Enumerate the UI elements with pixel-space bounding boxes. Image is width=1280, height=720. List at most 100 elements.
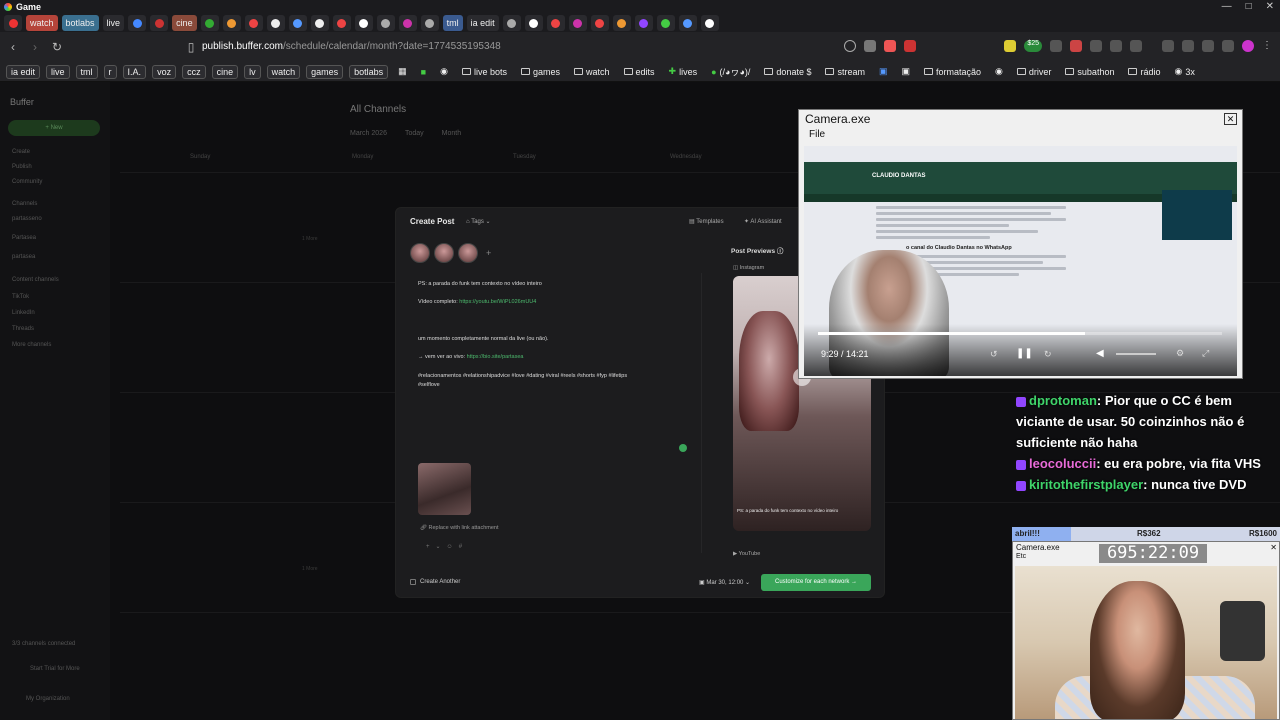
sidebar-icon[interactable] — [1162, 40, 1174, 52]
sidebar-item[interactable]: LinkedIn — [12, 310, 35, 316]
sidebar-item[interactable]: Start Trial for More — [30, 666, 80, 672]
ext-icon-2[interactable] — [1070, 40, 1082, 52]
ext-icon-8[interactable] — [1222, 40, 1234, 52]
zoom-icon[interactable] — [844, 40, 857, 52]
ext-icon-4[interactable] — [1110, 40, 1122, 52]
tab-icon-k[interactable] — [354, 15, 373, 31]
video-progress[interactable] — [818, 332, 1222, 335]
tab-icon-p[interactable] — [524, 15, 543, 31]
bookmark-chip[interactable]: ia edit — [6, 64, 41, 79]
bookmark-folder[interactable]: donate $ — [760, 66, 815, 78]
tab-watch[interactable]: watch — [26, 15, 58, 31]
today-button[interactable]: Today — [405, 130, 424, 137]
reload-icon[interactable]: ↻ — [48, 38, 66, 56]
tab-icon-r[interactable] — [568, 15, 587, 31]
post-editor[interactable]: PS: a parada do funk tem contexto no víd… — [410, 273, 702, 553]
view-select[interactable]: Month — [442, 130, 461, 137]
sidebar-item[interactable]: Threads — [12, 326, 34, 332]
bookmark-icon[interactable]: ▯ — [182, 38, 200, 56]
ext-icon-3[interactable] — [1090, 40, 1102, 52]
schedule-date-picker[interactable]: ▣ Mar 30, 12:00 ⌄ — [699, 579, 750, 586]
bookmark-icon-gray[interactable]: ▣ — [898, 65, 915, 78]
sidebar-item[interactable]: partasea — [12, 254, 35, 260]
sidebar-item[interactable]: Create — [12, 149, 30, 155]
bookmark-chip[interactable]: cine — [211, 64, 239, 79]
tab-icon-b[interactable] — [128, 15, 147, 31]
bookmark-folder[interactable]: live bots — [458, 66, 511, 78]
tab-botlabs[interactable]: botlabs — [61, 15, 99, 31]
sidebar-item[interactable]: Partasea — [12, 235, 36, 241]
forward-icon[interactable]: › — [26, 38, 44, 56]
calendar-month[interactable]: March 2026 — [350, 130, 387, 137]
tab-icon-o[interactable] — [502, 15, 521, 31]
chevron-down-icon[interactable]: ⌄ — [436, 544, 447, 550]
tab-icon-j[interactable] — [332, 15, 351, 31]
profile-icon[interactable] — [1242, 40, 1254, 52]
rewind-icon[interactable]: ↺ — [990, 349, 998, 360]
replace-with-link-button[interactable]: 🔗︎ Replace with link attachment — [420, 525, 499, 531]
url-field[interactable]: publish.buffer.com/schedule/calendar/mon… — [202, 41, 501, 52]
bookmark-folder[interactable]: ✚ lives — [665, 65, 702, 78]
channel-avatar-instagram[interactable] — [410, 243, 430, 263]
add-channel-button[interactable]: + — [486, 243, 491, 263]
ext-icon-1[interactable] — [1050, 40, 1062, 52]
forward-icon[interactable]: ↻ — [1044, 349, 1052, 360]
channel-avatar-youtube[interactable] — [434, 243, 454, 263]
bookmark-chip[interactable]: r — [103, 64, 117, 79]
templates-button[interactable]: ▤ Templates — [689, 218, 724, 225]
etc-menu[interactable]: Etc — [1016, 553, 1026, 560]
media-thumbnail[interactable] — [418, 463, 471, 515]
tab-icon-u[interactable] — [634, 15, 653, 31]
add-media-icon[interactable]: + — [426, 544, 436, 550]
tab-icon-q[interactable] — [546, 15, 565, 31]
tab-icon-m[interactable] — [398, 15, 417, 31]
more-link[interactable]: 1 More — [302, 236, 318, 242]
tab-live[interactable]: live — [102, 15, 125, 31]
maximize-icon[interactable]: □ — [1246, 1, 1252, 12]
sidebar-item[interactable]: TikTok — [12, 294, 29, 300]
editor-link[interactable]: https://youtu.be/WiPL026mUU4 — [459, 299, 536, 305]
bookmark-folder[interactable]: games — [517, 66, 564, 78]
close-icon[interactable]: ✕ — [1270, 543, 1277, 552]
bookmark-icon-blue[interactable]: ▣ — [875, 65, 892, 78]
tab-icon-e[interactable] — [222, 15, 241, 31]
bookmark-chip[interactable]: live — [46, 64, 70, 79]
hashtag-icon[interactable]: # — [459, 544, 468, 550]
bookmark-icon-chrome[interactable]: ◉ — [436, 65, 452, 78]
bookmark-chip[interactable]: ccz — [182, 64, 206, 79]
customize-button[interactable]: Customize for each network → — [761, 574, 871, 591]
bookmark-folder[interactable]: stream — [821, 66, 869, 78]
bookmark-folder[interactable]: subathon — [1061, 66, 1118, 78]
apps-grid-icon[interactable]: ▦ — [394, 65, 411, 78]
bookmark-chip[interactable]: botlabs — [349, 64, 389, 79]
create-another-checkbox[interactable]: Create Another — [410, 579, 460, 585]
ext-icon-7[interactable] — [1202, 40, 1214, 52]
bookmark-chip[interactable]: lv — [244, 64, 261, 79]
settings-icon[interactable]: ⚙ — [1176, 348, 1184, 359]
bookmark-folder[interactable]: ● (/◕ヮ◕)/ — [707, 64, 754, 79]
tab-cine[interactable]: cine — [172, 15, 197, 31]
bookmark-folder[interactable]: ◉ 3x — [1170, 65, 1198, 78]
wallet-badge[interactable]: $25 — [1024, 40, 1042, 52]
bookmark-folder[interactable]: formatação — [920, 66, 985, 78]
close-icon[interactable]: ✕ — [1266, 1, 1274, 12]
tab-icon-c[interactable] — [150, 15, 169, 31]
triangle-icon[interactable] — [904, 40, 917, 52]
tab-tml[interactable]: tml — [442, 15, 463, 31]
ext-icon-5[interactable] — [1130, 40, 1142, 52]
channel-avatar-tiktok[interactable] — [458, 243, 478, 263]
menu-icon[interactable]: ⋮ — [1262, 40, 1274, 52]
tags-dropdown[interactable]: ⌂ Tags ⌄ — [466, 218, 491, 225]
bookmark-folder[interactable]: watch — [570, 66, 614, 78]
ext-icon-6[interactable] — [1182, 40, 1194, 52]
more-link[interactable]: 1 More — [302, 566, 318, 572]
volume-slider[interactable] — [1116, 353, 1156, 355]
bookmark-folder[interactable]: edits — [620, 66, 659, 78]
back-icon[interactable]: ‹ — [4, 38, 22, 56]
close-icon[interactable]: ✕ — [1224, 113, 1237, 125]
pause-icon[interactable]: ❚❚ — [1016, 348, 1033, 359]
minimize-icon[interactable]: — — [1222, 1, 1232, 12]
sidebar-item[interactable]: Community — [12, 179, 42, 185]
emoji-icon[interactable]: ☺ — [447, 544, 459, 550]
tab-icon-d[interactable] — [200, 15, 219, 31]
